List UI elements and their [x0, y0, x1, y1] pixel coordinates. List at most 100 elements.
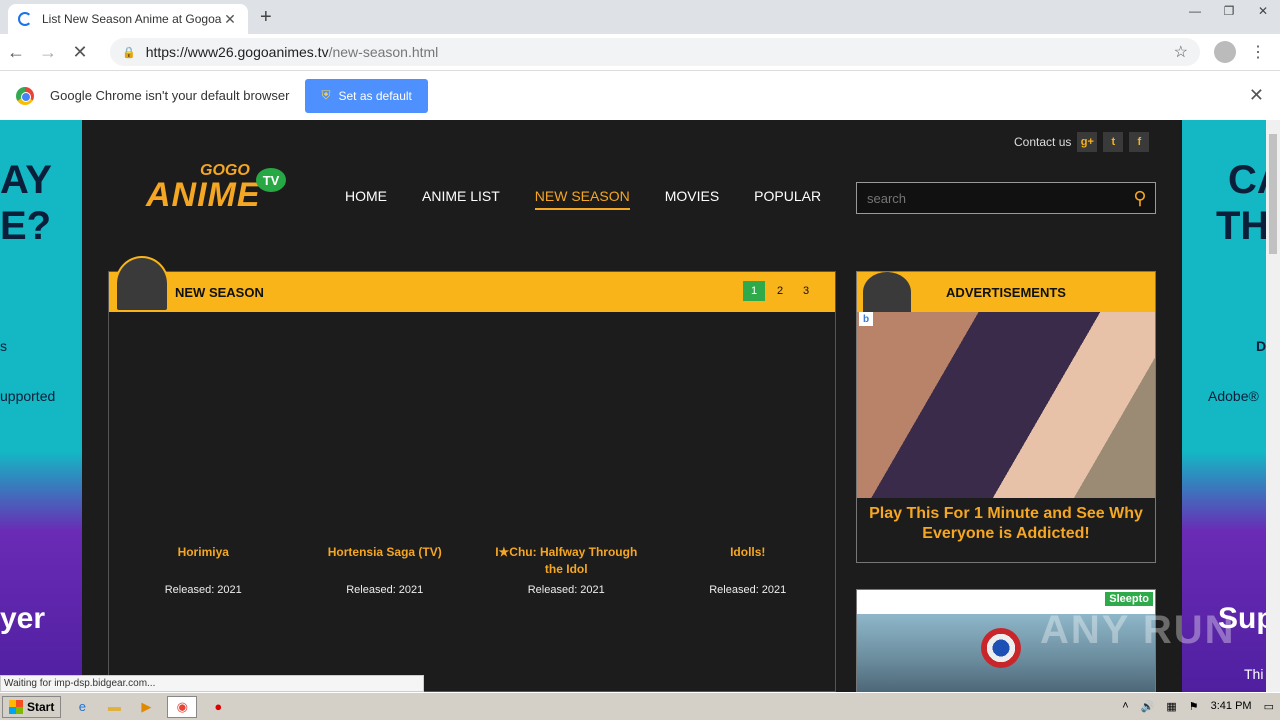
- forward-icon[interactable]: →: [32, 42, 64, 63]
- left-side-ad[interactable]: AY E? s upported yer: [0, 120, 82, 692]
- ad-text: Thi: [1244, 666, 1264, 682]
- infobar-message: Google Chrome isn't your default browser: [50, 88, 290, 103]
- start-button[interactable]: Start: [2, 695, 62, 718]
- browser-tabstrip: List New Season Anime at Gogoanim ✕ + — …: [0, 0, 1280, 34]
- stop-sign-icon[interactable]: ●: [207, 696, 229, 718]
- shield-icon: ⛨: [321, 88, 331, 102]
- ad-text: TH: [1216, 204, 1266, 248]
- pagination: 1 2 3: [739, 281, 817, 301]
- ad-image[interactable]: b: [857, 312, 1155, 498]
- chrome-logo-icon: [16, 86, 34, 105]
- ad-text: AY: [0, 158, 52, 202]
- flag-icon[interactable]: ⚑: [1189, 700, 1199, 713]
- anime-title[interactable]: Horimiya: [116, 544, 291, 584]
- contact-link[interactable]: Contact us: [1014, 135, 1071, 149]
- twitter-icon[interactable]: t: [1103, 132, 1124, 152]
- release-year: Released: 2021: [709, 584, 787, 596]
- window-close-icon[interactable]: ✕: [1246, 0, 1280, 22]
- address-bar[interactable]: 🔒 https://www26.gogoanimes.tv/new-season…: [110, 38, 1200, 66]
- contact-bar: Contact us g+ t f: [1014, 132, 1150, 152]
- anime-card[interactable]: Horimiya Released: 2021: [116, 312, 291, 596]
- logo-anime: ANIME: [146, 176, 261, 214]
- anime-thumbnail[interactable]: [298, 312, 473, 544]
- menu-dots-icon[interactable]: ⋮: [1250, 42, 1266, 62]
- nav-movies[interactable]: MOVIES: [665, 188, 719, 210]
- ie-icon[interactable]: e: [71, 696, 93, 718]
- advertisements-panel: ADVERTISEMENTS b Play This For 1 Minute …: [856, 271, 1156, 563]
- ad-text: Adobe®: [1208, 388, 1259, 404]
- google-plus-icon[interactable]: g+: [1077, 132, 1098, 152]
- sponsor-badge: Sleepto: [1105, 592, 1153, 606]
- release-year: Released: 2021: [346, 584, 424, 596]
- nav-home[interactable]: HOME: [345, 188, 387, 210]
- windows-logo-icon: [9, 699, 23, 714]
- page-scrollbar[interactable]: [1266, 120, 1280, 692]
- page-1[interactable]: 1: [743, 281, 765, 301]
- page-viewport: AY E? s upported yer Contact us g+ t f G…: [0, 120, 1266, 692]
- tab-close-icon[interactable]: ✕: [222, 11, 238, 28]
- ad-text: yer: [0, 602, 46, 635]
- logo-tv: TV: [256, 168, 286, 192]
- media-player-icon[interactable]: ▶: [135, 696, 157, 718]
- ad-text: upported: [0, 388, 56, 404]
- folder-icon[interactable]: ▬: [103, 696, 125, 718]
- character-avatar: [115, 256, 169, 312]
- site-logo[interactable]: GOGO ANIME TV: [146, 162, 291, 218]
- default-browser-infobar: Google Chrome isn't your default browser…: [0, 70, 1280, 120]
- browser-tab[interactable]: List New Season Anime at Gogoanim ✕: [8, 4, 248, 34]
- infobar-close-icon[interactable]: ✕: [1249, 85, 1264, 106]
- anime-thumbnail[interactable]: [116, 312, 291, 544]
- anime-card[interactable]: I★Chu: Halfway Through the Idol Released…: [479, 312, 654, 596]
- search-input[interactable]: [867, 190, 1125, 206]
- anime-title[interactable]: I★Chu: Halfway Through the Idol: [479, 544, 654, 584]
- ad-text: CA: [1228, 158, 1266, 202]
- release-year: Released: 2021: [527, 584, 605, 596]
- minimize-icon[interactable]: —: [1178, 0, 1212, 22]
- page-2[interactable]: 2: [769, 281, 791, 301]
- show-desktop-icon[interactable]: ▭: [1264, 700, 1274, 713]
- anime-thumbnail[interactable]: [479, 312, 654, 544]
- ads-header: ADVERTISEMENTS: [857, 272, 1155, 312]
- tray-arrow-icon[interactable]: ˄: [1122, 700, 1128, 712]
- ad-headline[interactable]: Play This For 1 Minute and See Why Every…: [857, 498, 1155, 550]
- ad-text: D: [1256, 338, 1266, 354]
- stop-icon[interactable]: ✕: [64, 42, 96, 63]
- bookmark-star-icon[interactable]: ☆: [1174, 42, 1188, 62]
- anime-card[interactable]: Hortensia Saga (TV) Released: 2021: [298, 312, 473, 596]
- system-tray: ˄ 🔊 ▦ ⚑ 3:41 PM ▭: [1116, 695, 1280, 717]
- ads-title: ADVERTISEMENTS: [946, 284, 1066, 300]
- network-icon[interactable]: ▦: [1166, 700, 1176, 713]
- main-nav: HOME ANIME LIST NEW SEASON MOVIES POPULA…: [345, 188, 856, 210]
- character-avatar: [863, 272, 911, 312]
- site-container: Contact us g+ t f GOGO ANIME TV HOME ANI…: [88, 120, 1182, 692]
- set-default-button[interactable]: ⛨ Set as default: [305, 78, 428, 113]
- anime-card[interactable]: Idolls! Released: 2021: [661, 312, 836, 596]
- panel-header: NEW SEASON 1 2 3: [109, 256, 835, 312]
- new-season-panel: NEW SEASON 1 2 3 Horimiya Released: 2021…: [108, 256, 836, 692]
- restore-icon[interactable]: ❐: [1212, 0, 1246, 22]
- nav-new-season[interactable]: NEW SEASON: [534, 188, 630, 210]
- watermark: ANY RUN: [1040, 608, 1236, 652]
- url-path: /new-season.html: [328, 44, 439, 60]
- ad-badge-icon: b: [859, 312, 873, 326]
- shield-image: [981, 628, 1021, 668]
- search-icon[interactable]: ⚲: [1125, 188, 1155, 209]
- facebook-icon[interactable]: f: [1129, 132, 1150, 152]
- start-label: Start: [27, 699, 55, 714]
- volume-icon[interactable]: 🔊: [1141, 700, 1155, 713]
- profile-avatar[interactable]: [1214, 41, 1236, 63]
- clock: 3:41 PM: [1210, 700, 1252, 712]
- anime-title[interactable]: Idolls!: [661, 544, 836, 584]
- page-3[interactable]: 3: [795, 281, 817, 301]
- anime-title[interactable]: Hortensia Saga (TV): [298, 544, 473, 584]
- new-tab-button[interactable]: +: [260, 6, 272, 29]
- search-box: ⚲: [856, 182, 1156, 214]
- nav-anime-list[interactable]: ANIME LIST: [422, 188, 500, 210]
- ad-text: E?: [0, 204, 52, 248]
- chrome-taskbar-icon[interactable]: ◉: [167, 695, 198, 718]
- anime-thumbnail[interactable]: [661, 312, 836, 544]
- right-side-ad[interactable]: CA TH D Adobe® Sup Thi: [1182, 120, 1266, 692]
- scrollbar-thumb[interactable]: [1269, 134, 1277, 254]
- back-icon[interactable]: ←: [0, 42, 32, 63]
- nav-popular[interactable]: POPULAR: [754, 188, 821, 210]
